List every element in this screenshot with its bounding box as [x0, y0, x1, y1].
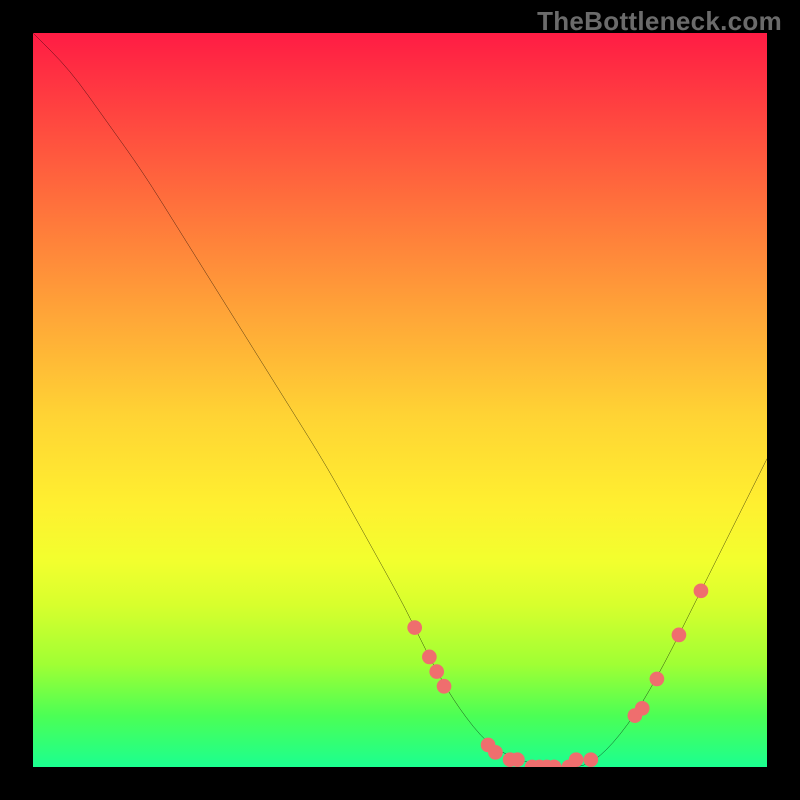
data-marker: [650, 672, 665, 687]
data-marker: [422, 650, 437, 665]
data-marker: [584, 752, 599, 767]
data-marker: [407, 620, 422, 635]
data-marker: [510, 752, 525, 767]
plot-area: [33, 33, 767, 767]
chart-svg: [33, 33, 767, 767]
marker-layer: [407, 584, 708, 768]
data-marker: [672, 628, 687, 643]
data-marker: [437, 679, 452, 694]
data-marker: [488, 745, 503, 760]
data-marker: [429, 664, 444, 679]
data-marker: [569, 752, 584, 767]
data-marker: [694, 584, 709, 599]
data-marker: [635, 701, 650, 716]
curve-layer: [33, 33, 767, 767]
chart-stage: TheBottleneck.com: [0, 0, 800, 800]
bottleneck-curve: [33, 33, 767, 767]
